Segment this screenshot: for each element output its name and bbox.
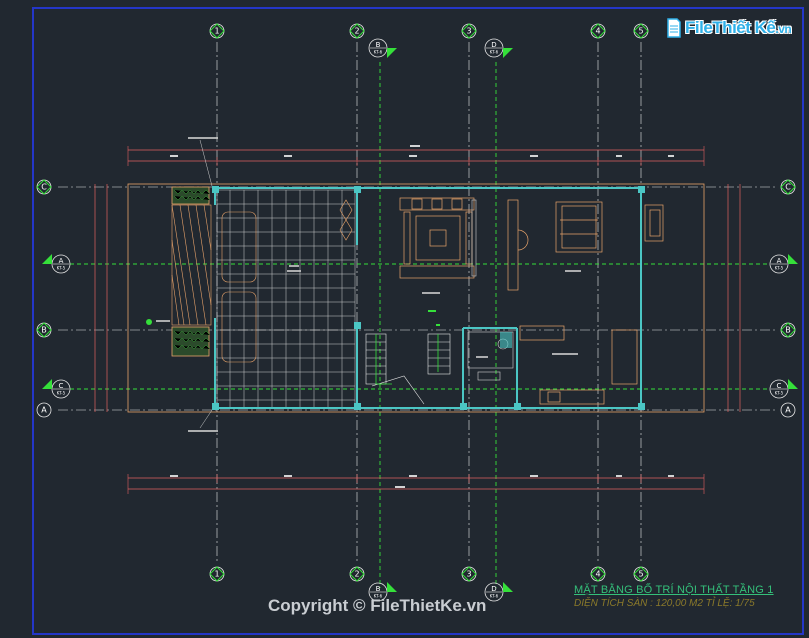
- kitchen-furniture: [519, 325, 638, 405]
- grid-label-bottom-5: 5: [638, 570, 643, 579]
- grid-label-top-1: 1: [214, 27, 219, 36]
- section-label-side-C-1: C: [59, 382, 64, 390]
- grid-label-left-B: B: [41, 326, 47, 335]
- drawing-title: MẶT BẰNG BỐ TRÍ NỘI THẤT TẦNG 1: [574, 584, 774, 596]
- garage-tile-grid: [216, 189, 356, 409]
- section-label-D-3: D: [491, 585, 496, 593]
- section-sheet-side-3: KT-5: [775, 391, 784, 396]
- grid-label-left-C: C: [41, 183, 47, 192]
- grid-label-right-A: A: [785, 406, 791, 415]
- living-room-furniture: [399, 197, 475, 279]
- grid-label-bottom-3: 3: [466, 570, 471, 579]
- section-sheet-side-0: KT-5: [57, 266, 66, 271]
- grid-label-top-5: 5: [638, 27, 643, 36]
- section-label-D-1: D: [491, 41, 496, 49]
- walls: [214, 187, 642, 409]
- grid-bubbles-top: [209, 23, 649, 39]
- section-label-side-C-3: C: [777, 382, 782, 390]
- section-label-side-A-2: A: [777, 257, 782, 265]
- grid-label-top-4: 4: [595, 27, 600, 36]
- grid-label-bottom-4: 4: [595, 570, 600, 579]
- section-label-B-0: B: [376, 41, 381, 49]
- grid-label-top-3: 3: [466, 27, 471, 36]
- paper-icon: [667, 18, 681, 38]
- brand-logo: FileThiết Kế.vn: [667, 10, 797, 46]
- grid-label-right-C: C: [785, 183, 791, 192]
- grid-label-bottom-2: 2: [354, 570, 359, 579]
- brand-name: FileThiết Kế.vn: [685, 18, 792, 37]
- drawing-subtitle: DIỆN TÍCH SÀN : 120,00 M2 TỈ LỆ: 1/75: [574, 598, 755, 609]
- dining-furniture: [507, 199, 664, 291]
- section-sheet-1: KT-6: [490, 50, 499, 55]
- drawing-title-block: MẶT BẰNG BỐ TRÍ NỘI THẤT TẦNG 1 DIỆN TÍC…: [574, 584, 799, 609]
- front-ramp: [171, 204, 212, 326]
- stairs: [365, 333, 451, 405]
- grid-label-top-2: 2: [354, 27, 359, 36]
- copyright-text: Copyright © FileThietKe.vn: [268, 596, 487, 615]
- grid-label-left-A: A: [41, 406, 47, 415]
- section-label-side-A-0: A: [59, 257, 64, 265]
- section-label-B-2: B: [376, 585, 381, 593]
- hedge-planters: [171, 186, 211, 357]
- section-sheet-side-2: KT-5: [775, 266, 784, 271]
- grid-label-bottom-1: 1: [214, 570, 219, 579]
- grid-bubbles-bottom: [209, 566, 649, 582]
- grid-lines-horizontal: [58, 186, 775, 411]
- floor-plan-drawing: 1122334455C CB BA ABKT-6DKT-6BKT-6DKT-6AKT-…: [32, 7, 804, 635]
- section-sheet-0: KT-6: [374, 50, 383, 55]
- section-sheet-side-1: KT-5: [57, 391, 66, 396]
- grid-bubbles-side: [36, 179, 796, 418]
- grid-label-right-B: B: [785, 326, 791, 335]
